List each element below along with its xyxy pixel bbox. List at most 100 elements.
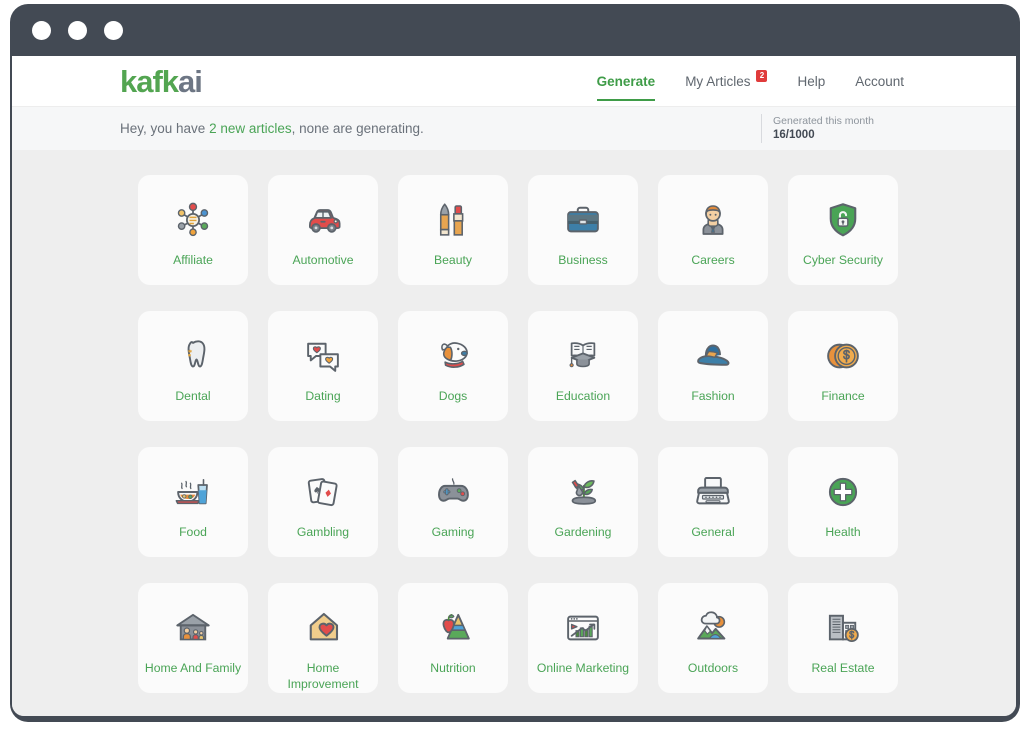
gamepad-icon bbox=[430, 469, 476, 515]
category-label: Real Estate bbox=[811, 661, 875, 675]
category-label: Food bbox=[179, 525, 207, 539]
category-card[interactable]: Outdoors bbox=[658, 583, 768, 693]
category-label: Dental bbox=[175, 389, 211, 403]
quota-value: 16/1000 bbox=[773, 128, 815, 141]
dollar-coins-icon bbox=[820, 333, 866, 379]
category-label: Nutrition bbox=[430, 661, 476, 675]
nav-label-account: Account bbox=[855, 73, 904, 89]
medical-cross-icon bbox=[820, 469, 866, 515]
category-card[interactable]: Food bbox=[138, 447, 248, 557]
house-family-icon bbox=[170, 605, 216, 651]
category-card[interactable]: Cyber Security bbox=[788, 175, 898, 285]
category-card[interactable]: Home Improvement bbox=[268, 583, 378, 693]
car-icon bbox=[300, 197, 346, 243]
category-card[interactable]: Education bbox=[528, 311, 638, 421]
shield-lock-icon bbox=[820, 197, 866, 243]
category-label: Dogs bbox=[438, 389, 468, 403]
category-grid: Affiliate Automotive Beauty Business Careers… bbox=[12, 175, 1016, 693]
main-nav: Generate My Articles 2 Help Account bbox=[596, 56, 986, 106]
status-message-highlight[interactable]: 2 new articles bbox=[209, 121, 292, 136]
category-card[interactable]: Gaming bbox=[398, 447, 508, 557]
nav-label-help: Help bbox=[797, 73, 826, 89]
category-label: Online Marketing bbox=[536, 661, 630, 675]
category-label: Finance bbox=[821, 389, 865, 403]
category-label: Business bbox=[558, 253, 608, 267]
category-label: Home Improvement bbox=[287, 661, 359, 692]
category-label: Fashion bbox=[691, 389, 735, 403]
close-dot[interactable] bbox=[32, 20, 51, 40]
category-card[interactable]: Beauty bbox=[398, 175, 508, 285]
sun-hat-icon bbox=[690, 333, 736, 379]
browser-growth-chart-icon bbox=[560, 605, 606, 651]
house-heart-icon bbox=[300, 605, 346, 651]
category-label: Cyber Security bbox=[803, 253, 883, 267]
category-card[interactable]: Dental bbox=[138, 311, 248, 421]
category-label: Beauty bbox=[434, 253, 472, 267]
category-card[interactable]: Gambling bbox=[268, 447, 378, 557]
category-label: Outdoors bbox=[687, 661, 739, 675]
quota-widget: Generated this month 16/1000 bbox=[761, 113, 986, 144]
category-card[interactable]: Dogs bbox=[398, 311, 508, 421]
browser-titlebar bbox=[10, 4, 1020, 56]
businessman-icon bbox=[690, 197, 736, 243]
minimize-dot[interactable] bbox=[68, 20, 87, 40]
kafkai-logo[interactable]: kafkai bbox=[120, 63, 203, 99]
nav-label-generate: Generate bbox=[596, 73, 656, 89]
category-label: Automotive bbox=[292, 253, 354, 267]
dog-head-icon bbox=[430, 333, 476, 379]
maximize-dot[interactable] bbox=[104, 20, 123, 40]
nav-label-my-articles: My Articles bbox=[685, 73, 751, 89]
category-label: Home And Family bbox=[144, 661, 242, 675]
category-card[interactable]: Affiliate bbox=[138, 175, 248, 285]
app-header: kafkai Generate My Articles 2 Help Accou… bbox=[12, 56, 1016, 106]
briefcase-icon bbox=[560, 197, 606, 243]
category-card[interactable]: Gardening bbox=[528, 447, 638, 557]
makeup-brush-lipstick-icon bbox=[430, 197, 476, 243]
category-label: Gambling bbox=[296, 525, 350, 539]
category-label: Affiliate bbox=[173, 253, 213, 267]
notice-bar: Hey, you have 2 new articles, none are g… bbox=[12, 106, 1016, 150]
category-card[interactable]: Careers bbox=[658, 175, 768, 285]
nav-item-help[interactable]: Help bbox=[797, 56, 825, 106]
building-dollar-icon bbox=[820, 605, 866, 651]
category-label: General bbox=[691, 525, 735, 539]
category-card[interactable]: Finance bbox=[788, 311, 898, 421]
tooth-icon bbox=[170, 333, 216, 379]
status-message: Hey, you have 2 new articles, none are g… bbox=[120, 121, 424, 136]
category-label: Education bbox=[555, 389, 611, 403]
category-card[interactable]: Nutrition bbox=[398, 583, 508, 693]
my-articles-count-badge: 2 bbox=[756, 70, 768, 82]
apple-food-pyramid-icon bbox=[430, 605, 476, 651]
category-card[interactable]: Home And Family bbox=[138, 583, 248, 693]
category-card[interactable]: Business bbox=[528, 175, 638, 285]
category-card[interactable]: Online Marketing bbox=[528, 583, 638, 693]
noodle-bowl-drink-icon bbox=[170, 469, 216, 515]
quota-label: Generated this month bbox=[773, 114, 874, 127]
chat-hearts-icon bbox=[300, 333, 346, 379]
logo-text-secondary: ai bbox=[178, 63, 203, 99]
logo-text-primary: kafk bbox=[120, 63, 179, 99]
category-card[interactable]: Real Estate bbox=[788, 583, 898, 693]
category-card[interactable]: Health bbox=[788, 447, 898, 557]
page-viewport: kafkai Generate My Articles 2 Help Accou… bbox=[12, 56, 1016, 716]
category-label: Careers bbox=[691, 253, 735, 267]
category-card[interactable]: Automotive bbox=[268, 175, 378, 285]
status-message-prefix: Hey, you have bbox=[120, 121, 210, 136]
browser-window: kafkai Generate My Articles 2 Help Accou… bbox=[10, 4, 1020, 722]
category-label: Gaming bbox=[431, 525, 475, 539]
playing-cards-icon bbox=[300, 469, 346, 515]
category-label: Health bbox=[825, 525, 861, 539]
nav-item-account[interactable]: Account bbox=[855, 56, 904, 106]
status-message-suffix: , none are generating. bbox=[291, 121, 424, 136]
nav-item-my-articles[interactable]: My Articles 2 bbox=[685, 56, 768, 106]
category-card[interactable]: General bbox=[658, 447, 768, 557]
category-label: Gardening bbox=[554, 525, 612, 539]
typewriter-icon bbox=[690, 469, 736, 515]
category-label: Dating bbox=[305, 389, 341, 403]
category-grid-area: Affiliate Automotive Beauty Business Careers… bbox=[12, 150, 1016, 716]
category-card[interactable]: Fashion bbox=[658, 311, 768, 421]
book-graduation-cap-icon bbox=[560, 333, 606, 379]
mountain-cloud-icon bbox=[690, 605, 736, 651]
category-card[interactable]: Dating bbox=[268, 311, 378, 421]
nav-item-generate[interactable]: Generate bbox=[596, 56, 656, 106]
